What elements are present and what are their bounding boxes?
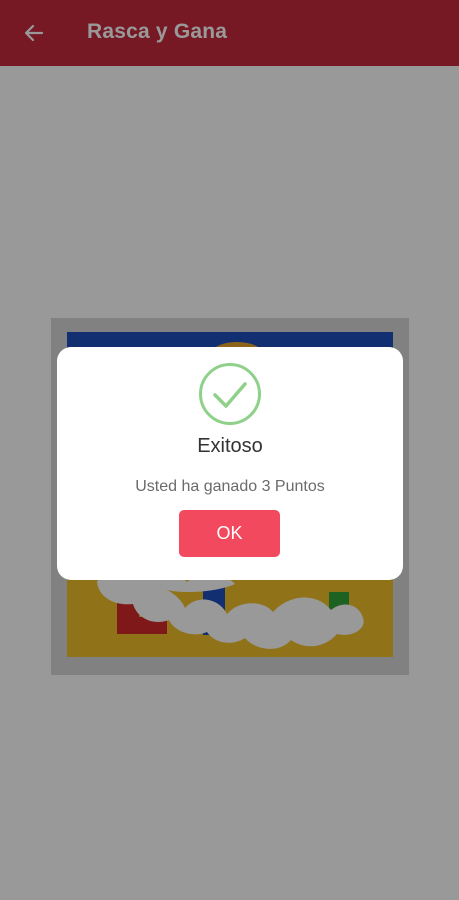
ok-button[interactable]: OK	[179, 510, 280, 557]
success-check-icon	[199, 363, 261, 425]
success-dialog: Exitoso Usted ha ganado 3 Puntos OK	[57, 347, 403, 580]
dialog-message: Usted ha ganado 3 Puntos	[135, 478, 325, 495]
dialog-title: Exitoso	[197, 435, 263, 457]
